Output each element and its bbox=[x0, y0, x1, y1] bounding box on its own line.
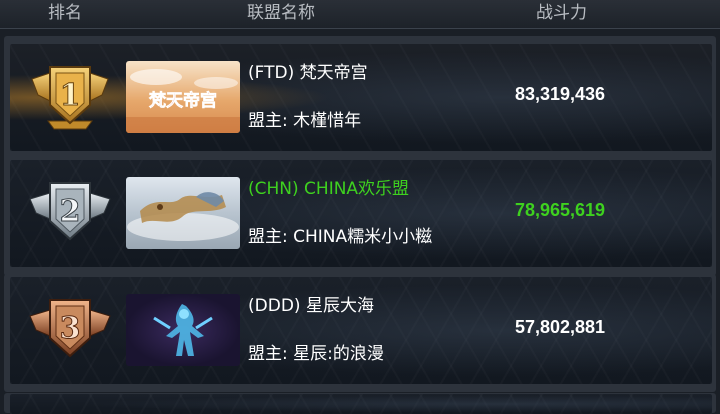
table-header: 排名 联盟名称 战斗力 bbox=[0, 0, 720, 29]
ranking-row-1[interactable]: 1 梵天帝宫 (FTD) 梵天帝宫 盟主: 木槿惜年 83,319,436 bbox=[10, 44, 712, 151]
emblem-graphic bbox=[153, 304, 213, 356]
row-background bbox=[10, 394, 712, 414]
alliance-name: (DDD) 星辰大海 bbox=[248, 296, 374, 316]
alliance-name-column-header: 联盟名称 bbox=[247, 3, 315, 23]
emblem-text: 梵天帝宫 bbox=[149, 90, 217, 111]
rank-number: 2 bbox=[60, 194, 81, 229]
ranking-row-4-partial[interactable] bbox=[10, 394, 712, 414]
rank-number: 3 bbox=[60, 311, 81, 346]
alliance-name: (CHN) CHINA欢乐盟 bbox=[248, 179, 410, 199]
rank-3-medal-icon: 3 bbox=[29, 299, 111, 358]
ranking-row-2[interactable]: 2 (CHN) CHINA欢乐盟 盟主: CHINA糯米小小糍 78,965,6… bbox=[10, 160, 712, 267]
alliance-leader: 盟主: CHINA糯米小小糍 bbox=[248, 227, 433, 247]
alliance-leader: 盟主: 星辰:的浪漫 bbox=[248, 344, 384, 364]
ranking-row-3[interactable]: 3 (DDD) 星辰大海 盟主: 星辰:的浪漫 57,802,881 bbox=[10, 277, 712, 384]
alliance-power: 83,319,436 bbox=[514, 84, 606, 104]
power-column-header: 战斗力 bbox=[536, 3, 587, 23]
emblem-graphic bbox=[127, 192, 239, 241]
alliance-name: (FTD) 梵天帝宫 bbox=[248, 63, 368, 83]
alliance-power: 57,802,881 bbox=[514, 317, 606, 337]
alliance-emblem bbox=[126, 177, 240, 249]
alliance-power: 78,965,619 bbox=[514, 200, 606, 220]
alliance-emblem bbox=[126, 294, 240, 366]
alliance-leader: 盟主: 木槿惜年 bbox=[248, 111, 362, 131]
rank-number: 1 bbox=[60, 78, 81, 113]
emblem-graphic: 梵天帝宫 bbox=[126, 69, 240, 133]
rank-2-medal-icon: 2 bbox=[29, 182, 111, 241]
alliance-emblem: 梵天帝宫 bbox=[126, 61, 240, 133]
rank-column-header: 排名 bbox=[48, 3, 82, 23]
rank-1-medal-icon: 1 bbox=[31, 66, 109, 130]
